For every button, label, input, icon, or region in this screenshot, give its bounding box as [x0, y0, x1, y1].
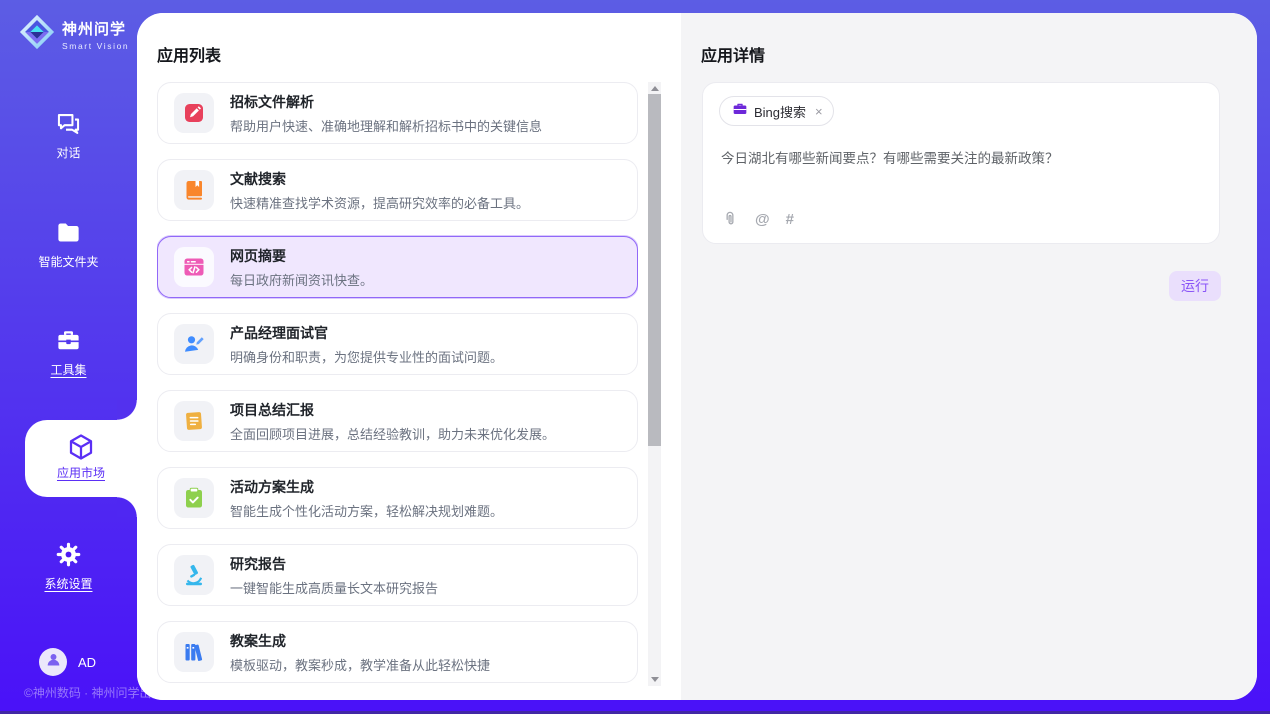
hashtag-icon[interactable]: #: [786, 211, 794, 228]
sidebar-item-app-market[interactable]: 应用市场: [25, 420, 137, 497]
app-card-title: 招标文件解析: [230, 92, 542, 112]
app-card[interactable]: 产品经理面试官 明确身份和职责，为您提供专业性的面试问题。: [157, 313, 638, 375]
scroll-down-icon[interactable]: [651, 677, 659, 682]
gear-icon: [0, 541, 137, 571]
user-account[interactable]: AD: [39, 648, 96, 676]
person-icon: [45, 651, 62, 673]
cube-icon: [25, 432, 137, 462]
app-card-desc: 一键智能生成高质量长文本研究报告: [230, 578, 438, 597]
note-icon: [174, 401, 214, 441]
clipboard-check-icon: [174, 478, 214, 518]
brand-logo: 神州问学 Smart Vision: [18, 13, 129, 56]
app-list: 招标文件解析 帮助用户快速、准确地理解和解析招标书中的关键信息 文献搜索 快速精…: [157, 82, 638, 700]
app-card[interactable]: 文献搜索 快速精准查找学术资源，提高研究效率的必备工具。: [157, 159, 638, 221]
sidebar-item-toolset[interactable]: 工具集: [0, 327, 137, 379]
app-list-pane: 应用列表 招标文件解析 帮助用户快速、准确地理解和解析招标书中的关键信息 文献搜…: [137, 13, 681, 700]
scrollbar-thumb[interactable]: [648, 94, 661, 446]
active-tab-fillet-top: [117, 400, 137, 420]
tool-tag-label: Bing搜索: [754, 102, 806, 121]
app-detail-pane: 应用详情 Bing搜索 × 今日湖北有哪些新闻要点？有哪些需要关注的最新政策？ …: [681, 13, 1257, 700]
sidebar-item-label: 智能文件夹: [38, 253, 98, 270]
run-button[interactable]: 运行: [1169, 271, 1221, 301]
app-card-desc: 模板驱动，教案秒成，教学准备从此轻松快捷: [230, 655, 490, 674]
app-card-desc: 每日政府新闻资讯快查。: [230, 270, 373, 289]
mention-icon[interactable]: @: [755, 211, 770, 228]
brand-name: 神州问学: [62, 18, 129, 39]
sidebar-item-label: 工具集: [50, 361, 86, 378]
app-card-title: 产品经理面试官: [230, 323, 503, 343]
avatar: [39, 648, 67, 676]
toolbox-icon: [0, 327, 137, 357]
sidebar-item-chat[interactable]: 对话: [0, 110, 137, 162]
app-card[interactable]: 项目总结汇报 全面回顾项目进展，总结经验教训，助力未来优化发展。: [157, 390, 638, 452]
app-card-title: 活动方案生成: [230, 477, 503, 497]
tool-tag-bing-search[interactable]: Bing搜索 ×: [719, 96, 834, 126]
brand-diamond-icon: [18, 13, 56, 56]
browser-code-icon: [174, 247, 214, 287]
books-icon: [174, 632, 214, 672]
app-card-desc: 帮助用户快速、准确地理解和解析招标书中的关键信息: [230, 116, 542, 135]
briefcase-icon: [732, 101, 748, 122]
microscope-icon: [174, 555, 214, 595]
sidebar-item-label: 系统设置: [44, 575, 92, 592]
app-card-desc: 智能生成个性化活动方案，轻松解决规划难题。: [230, 501, 503, 520]
app-window: 神州问学 Smart Vision 对话 智能文件夹 工具集 应用市场 系统设置…: [0, 0, 1270, 714]
sidebar-item-label: 应用市场: [57, 464, 105, 481]
book-icon: [174, 170, 214, 210]
app-card-title: 教案生成: [230, 631, 490, 651]
app-card-title: 研究报告: [230, 554, 438, 574]
sidebar-item-label: 对话: [56, 144, 80, 161]
prompt-card: Bing搜索 × 今日湖北有哪些新闻要点？有哪些需要关注的最新政策？ @ #: [702, 82, 1220, 244]
app-detail-title: 应用详情: [701, 42, 765, 66]
app-card[interactable]: 教案生成 模板驱动，教案秒成，教学准备从此轻松快捷: [157, 621, 638, 683]
app-list-title: 应用列表: [157, 42, 221, 66]
folder-icon: [0, 219, 137, 249]
active-tab-fillet-bottom: [117, 497, 137, 517]
app-card-title: 网页摘要: [230, 246, 373, 266]
user-initials: AD: [78, 655, 96, 670]
sidebar-item-settings[interactable]: 系统设置: [0, 541, 137, 593]
prompt-toolbar: @ #: [721, 210, 794, 228]
pencil-square-icon: [174, 93, 214, 133]
sidebar-item-smart-folder[interactable]: 智能文件夹: [0, 219, 137, 271]
app-card-title: 项目总结汇报: [230, 400, 555, 420]
interviewer-icon: [174, 324, 214, 364]
content-panel: 应用列表 招标文件解析 帮助用户快速、准确地理解和解析招标书中的关键信息 文献搜…: [137, 13, 1257, 700]
scroll-up-icon[interactable]: [651, 86, 659, 91]
app-card-desc: 快速精准查找学术资源，提高研究效率的必备工具。: [230, 193, 529, 212]
brand-subtitle: Smart Vision: [62, 41, 129, 51]
app-card[interactable]: 活动方案生成 智能生成个性化活动方案，轻松解决规划难题。: [157, 467, 638, 529]
app-card-desc: 全面回顾项目进展，总结经验教训，助力未来优化发展。: [230, 424, 555, 443]
close-icon[interactable]: ×: [815, 104, 823, 119]
sidebar: 神州问学 Smart Vision 对话 智能文件夹 工具集 应用市场 系统设置…: [0, 0, 137, 714]
app-card-desc: 明确身份和职责，为您提供专业性的面试问题。: [230, 347, 503, 366]
paperclip-icon[interactable]: [721, 210, 739, 228]
app-card[interactable]: 网页摘要 每日政府新闻资讯快查。: [157, 236, 638, 298]
app-card[interactable]: 研究报告 一键智能生成高质量长文本研究报告: [157, 544, 638, 606]
scrollbar[interactable]: [648, 82, 661, 686]
chat-icon: [0, 110, 137, 140]
prompt-input[interactable]: 今日湖北有哪些新闻要点？有哪些需要关注的最新政策？: [721, 149, 1201, 169]
app-card-title: 文献搜索: [230, 169, 529, 189]
app-card[interactable]: 招标文件解析 帮助用户快速、准确地理解和解析招标书中的关键信息: [157, 82, 638, 144]
